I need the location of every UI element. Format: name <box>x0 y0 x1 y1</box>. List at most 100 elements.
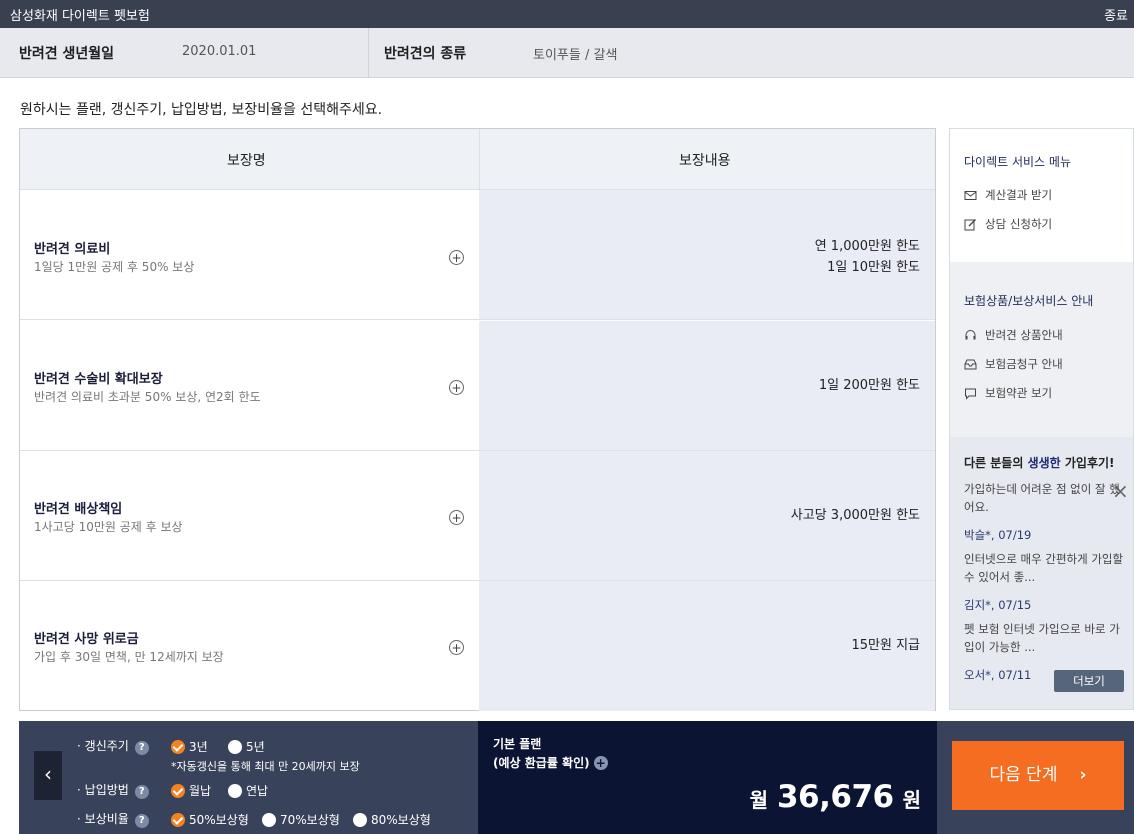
menu-item-label: 계산결과 받기 <box>985 188 1053 202</box>
option-label-text: 납입방법 <box>84 783 129 797</box>
payment-option-yearly[interactable]: 연납 <box>228 782 268 799</box>
menu-item-label: 상담 신청하기 <box>985 217 1053 231</box>
reviews-title: 다른 분들의 생생한 가입후기! <box>964 454 1115 471</box>
checked-radio-icon <box>171 739 185 754</box>
renewal-option-5y[interactable]: 5년 <box>228 738 265 755</box>
bullet: · <box>77 783 81 797</box>
reviews-title-highlight: 생생한 <box>1027 456 1061 470</box>
prev-button[interactable]: ‹ <box>34 751 62 800</box>
renewal-option-3y[interactable]: 3년 <box>171 738 208 755</box>
radio-icon <box>262 812 276 827</box>
help-icon[interactable]: ? <box>134 741 149 755</box>
coverage-desc: 가입 후 30일 면책, 만 12세까지 보장 <box>34 650 224 664</box>
menu-terms-view[interactable]: 보험약관 보기 <box>964 385 1052 401</box>
table-header: 보장명 보장내용 <box>20 129 935 190</box>
plan-summary: 기본 플랜 (예상 환급률 확인) + 월 36,676 원 <box>478 721 937 834</box>
review-author: 박슬*, 07/19 <box>964 528 1032 542</box>
expand-plus-icon[interactable]: + <box>449 640 464 655</box>
radio-label: 50%보상형 <box>189 813 249 827</box>
radio-label: 80%보상형 <box>371 813 431 827</box>
menu-consult-request[interactable]: 상담 신청하기 <box>964 216 1052 232</box>
help-icon[interactable]: ? <box>134 814 149 828</box>
radio-icon <box>353 812 367 827</box>
menu-item-label: 보험약관 보기 <box>985 386 1053 400</box>
headset-icon <box>965 329 976 339</box>
help-icon[interactable]: ? <box>134 785 149 799</box>
menu-product-info[interactable]: 반려견 상품안내 <box>964 327 1063 343</box>
menu-item-label: 보험금청구 안내 <box>985 357 1063 371</box>
table-row: 연 1,000만원 한도 1일 10만원 한도 반려견 의료비 1일당 1만원 … <box>20 190 935 320</box>
radio-icon <box>228 783 242 798</box>
chat-icon <box>965 388 976 400</box>
guide-title: 보험상품/보상서비스 안내 <box>964 294 1094 308</box>
payment-label: · 납입방법? <box>77 781 149 799</box>
edit-icon <box>964 218 976 230</box>
service-menu-title: 다이렉트 서비스 메뉴 <box>964 155 1071 169</box>
monthly-price: 월 36,676 원 <box>750 779 921 815</box>
chevron-right-icon: › <box>1079 765 1087 785</box>
menu-item-label: 반려견 상품안내 <box>985 328 1063 342</box>
ratio-option-50[interactable]: 50%보상형 <box>171 811 249 828</box>
radio-label: 70%보상형 <box>280 813 340 827</box>
option-label-text: 보상비율 <box>84 812 129 826</box>
coverage-amount: 1일 200만원 한도 <box>818 378 920 393</box>
refund-rate-link[interactable]: (예상 환급률 확인) <box>493 756 590 770</box>
expand-plus-icon[interactable]: + <box>449 380 464 395</box>
review-text[interactable]: 가입하는데 어려운 점 없이 잘 했어요. <box>964 480 1126 516</box>
coverage-amount: 사고당 3,000만원 한도 <box>790 508 920 523</box>
title-bar: 삼성화재 다이렉트 펫보험 종료 <box>0 0 1134 28</box>
review-text[interactable]: 인터넷으로 매우 간편하게 가입할 수 있어서 좋... <box>964 550 1126 586</box>
review-text[interactable]: 펫 보험 인터넷 가입으로 바로 가입이 가능한 ... <box>964 620 1126 656</box>
payment-option-monthly[interactable]: 월납 <box>171 782 211 799</box>
bullet: · <box>77 812 81 826</box>
pet-info-bar: 반려견 생년월일 2020.01.01 반려견의 종류 토이푸들 / 갈색 <box>0 28 1134 78</box>
next-step-button[interactable]: 다음 단계 › <box>952 741 1124 810</box>
ratio-option-70[interactable]: 70%보상형 <box>262 811 340 828</box>
coverage-amount-cell: 연 1,000만원 한도 1일 10만원 한도 <box>479 190 935 319</box>
service-sidebar: 다이렉트 서비스 메뉴 계산결과 받기 상담 신청하기 보험상품/보상서비스 안… <box>949 128 1134 710</box>
coverage-desc: 1사고당 10만원 공제 후 보상 <box>34 520 183 534</box>
coverage-name: 반려견 배상책임 <box>34 502 123 517</box>
plus-circle-icon[interactable]: + <box>593 756 608 770</box>
radio-label: 3년 <box>189 740 208 754</box>
breed-value: 토이푸들 / 갈색 <box>533 48 618 63</box>
radio-label: 연납 <box>246 784 269 798</box>
header-content-cell: 보장내용 <box>479 129 935 189</box>
table-row: 1일 200만원 한도 반려견 수술비 확대보장 반려견 의료비 초과분 50%… <box>20 321 935 451</box>
review-author: 김지*, 07/15 <box>964 598 1032 612</box>
ratio-option-80[interactable]: 80%보상형 <box>353 811 431 828</box>
mail-icon <box>964 190 977 200</box>
expand-plus-icon[interactable]: + <box>449 510 464 525</box>
coverage-amount-cell: 1일 200만원 한도 <box>479 321 935 450</box>
reviews-title-suffix: 가입후기! <box>1060 456 1115 470</box>
table-row: 15만원 지급 반려견 사망 위로금 가입 후 30일 면책, 만 12세까지 … <box>20 581 935 711</box>
next-step-label: 다음 단계 <box>989 765 1058 785</box>
menu-calc-result[interactable]: 계산결과 받기 <box>964 187 1052 203</box>
plan-options-bar: ‹ · 갱신주기? 3년 5년 *자동갱신을 통해 최대 만 20세까지 보장 … <box>19 721 1134 834</box>
ratio-label: · 보상비율? <box>77 810 149 828</box>
coverage-amount-cell: 15만원 지급 <box>479 581 935 711</box>
expand-plus-icon[interactable]: + <box>449 250 464 265</box>
coverage-desc: 1일당 1만원 공제 후 50% 보상 <box>34 260 195 274</box>
close-button[interactable]: 종료 <box>1104 5 1128 24</box>
coverage-table: 보장명 보장내용 연 1,000만원 한도 1일 10만원 한도 반려견 의료비… <box>19 128 936 711</box>
renewal-note: *자동갱신을 통해 최대 만 20세까지 보장 <box>171 760 360 773</box>
window-title: 삼성화재 다이렉트 펫보험 <box>10 9 150 24</box>
coverage-name: 반려견 의료비 <box>34 242 111 257</box>
birth-label: 반려견 생년월일 <box>19 46 115 62</box>
coverage-name: 반려견 수술비 확대보장 <box>34 372 163 387</box>
table-row: 사고당 3,000만원 한도 반려견 배상책임 1사고당 10만원 공제 후 보… <box>20 451 935 581</box>
menu-claim-guide[interactable]: 보험금청구 안내 <box>964 356 1063 372</box>
more-reviews-button[interactable]: 더보기 <box>1054 670 1124 692</box>
instruction-text: 원하시는 플랜, 갱신주기, 납입방법, 보장비율을 선택해주세요. <box>20 102 383 118</box>
inbox-icon <box>964 359 977 369</box>
coverage-desc: 반려견 의료비 초과분 50% 보상, 연2회 한도 <box>34 390 261 404</box>
plan-title: 기본 플랜 (예상 환급률 확인) + <box>493 735 608 773</box>
option-label-text: 갱신주기 <box>84 739 129 753</box>
coverage-amount: 1일 10만원 한도 <box>827 260 920 275</box>
radio-label: 5년 <box>246 740 265 754</box>
bullet: · <box>77 739 81 753</box>
service-menu-section: 다이렉트 서비스 메뉴 계산결과 받기 상담 신청하기 <box>950 129 1133 262</box>
product-guide-section: 보험상품/보상서비스 안내 반려견 상품안내 보험금청구 안내 보험약관 보기 <box>950 262 1133 437</box>
coverage-amount: 연 1,000만원 한도 <box>814 239 920 254</box>
